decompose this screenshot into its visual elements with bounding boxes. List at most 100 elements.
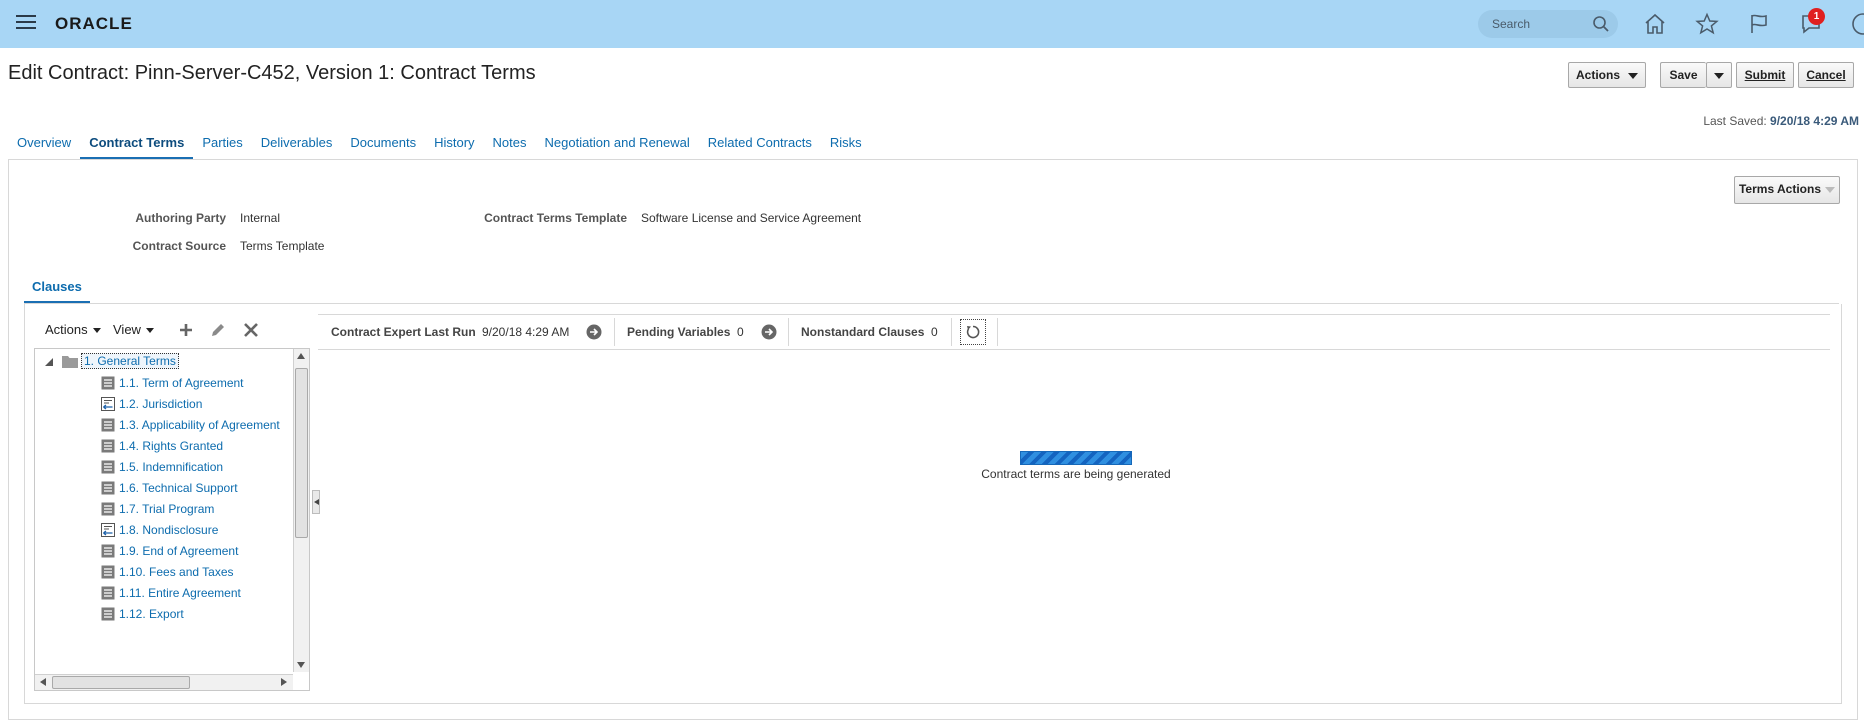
tree-item[interactable]: 1.11. Entire Agreement (35, 582, 285, 604)
pending-variables-value: 0 (737, 325, 744, 339)
tree-item[interactable]: 1.6. Technical Support (35, 477, 285, 499)
nonstandard-clauses-label: Nonstandard Clauses (801, 325, 925, 339)
terms-actions-button[interactable]: Terms Actions (1734, 176, 1840, 204)
tab-contract-terms[interactable]: Contract Terms (80, 132, 194, 160)
scroll-up-arrow-icon[interactable] (297, 353, 305, 359)
tab-notes[interactable]: Notes (484, 132, 536, 160)
tree-item-label[interactable]: 1.7. Trial Program (119, 502, 214, 516)
cancel-button[interactable]: Cancel (1798, 62, 1854, 88)
tree-item-label[interactable]: 1.10. Fees and Taxes (119, 565, 234, 579)
tree-root-label[interactable]: 1. General Terms (81, 353, 179, 369)
clause-icon (101, 460, 115, 474)
tree-item[interactable]: 1.4. Rights Granted (35, 435, 285, 457)
actions-menu-button[interactable]: Actions (1568, 62, 1646, 88)
edit-pencil-icon[interactable] (208, 320, 228, 340)
authoring-party-value: Internal (240, 211, 281, 225)
tree-horizontal-scroll-thumb[interactable] (52, 676, 190, 689)
tab-negotiation-renewal[interactable]: Negotiation and Renewal (536, 132, 699, 160)
last-saved-label: Last Saved: (1703, 114, 1767, 128)
scroll-left-arrow-icon[interactable] (40, 678, 46, 686)
chevron-down-icon (1825, 186, 1836, 193)
tree-item-label[interactable]: 1.5. Indemnification (119, 460, 223, 474)
tab-overview[interactable]: Overview (8, 132, 80, 160)
delete-icon[interactable] (241, 320, 261, 340)
menu-icon[interactable] (16, 15, 36, 33)
contract-terms-template-label: Contract Terms Template (484, 211, 627, 225)
progress-message: Contract terms are being generated (981, 467, 1171, 481)
refresh-button[interactable] (960, 319, 986, 345)
tree-item-label[interactable]: 1.11. Entire Agreement (119, 586, 241, 600)
alternate-clause-icon (101, 523, 115, 537)
tree-item[interactable]: 1.5. Indemnification (35, 456, 285, 478)
tree-item-label[interactable]: 1.3. Applicability of Agreement (119, 418, 280, 432)
clause-icon (101, 481, 115, 495)
submit-button[interactable]: Submit (1736, 62, 1794, 88)
collapse-left-arrow-icon (314, 499, 319, 505)
chevron-down-icon (1628, 72, 1638, 79)
chevron-down-icon (92, 328, 101, 334)
go-arrow-icon[interactable] (761, 324, 777, 340)
tree-item-label[interactable]: 1.6. Technical Support (119, 481, 238, 495)
tree-item-label[interactable]: 1.1. Term of Agreement (119, 376, 244, 390)
tree-item-label[interactable]: 1.8. Nondisclosure (119, 523, 218, 537)
clause-icon (101, 376, 115, 390)
clauses-view-menu[interactable]: View (113, 322, 154, 337)
toolbar-separator (951, 318, 952, 346)
scroll-right-arrow-icon[interactable] (281, 678, 287, 686)
tree-item[interactable]: 1.8. Nondisclosure (35, 519, 285, 541)
tree-item[interactable]: 1.2. Jurisdiction (35, 393, 285, 415)
add-icon[interactable] (176, 320, 196, 340)
tree-item-label[interactable]: 1.12. Export (119, 607, 184, 621)
go-arrow-icon[interactable] (586, 324, 602, 340)
watchlist-flag-icon[interactable] (1747, 12, 1771, 36)
page-title: Edit Contract: Pinn-Server-C452, Version… (8, 62, 536, 84)
tree-item-label[interactable]: 1.4. Rights Granted (119, 439, 223, 453)
tree-item[interactable]: 1.7. Trial Program (35, 498, 285, 520)
nonstandard-clauses-value: 0 (931, 325, 938, 339)
alternate-clause-icon (101, 397, 115, 411)
search-icon[interactable] (1592, 15, 1610, 33)
save-button[interactable]: Save (1660, 62, 1706, 88)
expanded-triangle-icon[interactable] (45, 358, 53, 366)
tree-item[interactable]: 1.3. Applicability of Agreement (35, 414, 285, 436)
user-avatar-icon[interactable] (1851, 12, 1864, 36)
clause-icon (101, 565, 115, 579)
favorites-star-icon[interactable] (1695, 12, 1719, 36)
pending-variables-label: Pending Variables (627, 325, 731, 339)
tree-node-section[interactable]: 1. General Terms (35, 351, 285, 373)
clauses-view-label: View (113, 322, 141, 337)
save-options-button[interactable] (1706, 62, 1732, 88)
expert-last-run-label: Contract Expert Last Run (331, 325, 476, 339)
toolbar-separator (788, 318, 789, 346)
clauses-actions-menu[interactable]: Actions (45, 322, 101, 337)
oracle-logo[interactable]: ORACLE (55, 14, 133, 34)
tab-history[interactable]: History (425, 132, 483, 160)
panel-splitter-collapse[interactable] (312, 490, 320, 514)
tab-deliverables[interactable]: Deliverables (252, 132, 342, 160)
tab-related-contracts[interactable]: Related Contracts (699, 132, 821, 160)
clause-icon (101, 586, 115, 600)
tab-clauses[interactable]: Clauses (24, 276, 90, 304)
clause-icon (101, 418, 115, 432)
tab-risks[interactable]: Risks (821, 132, 871, 160)
last-saved: Last Saved: 9/20/18 4:29 AM (1703, 114, 1859, 128)
tree-item[interactable]: 1.1. Term of Agreement (35, 372, 285, 394)
tree-vertical-scroll-thumb[interactable] (295, 368, 308, 538)
refresh-icon (966, 325, 980, 339)
tree-item[interactable]: 1.10. Fees and Taxes (35, 561, 285, 583)
expert-last-run-value: 9/20/18 4:29 AM (482, 325, 570, 339)
search-input[interactable] (1490, 14, 1590, 34)
home-icon[interactable] (1643, 12, 1667, 36)
tab-parties[interactable]: Parties (193, 132, 251, 160)
clause-icon (101, 544, 115, 558)
actions-button-label: Actions (1575, 68, 1620, 82)
tree-item[interactable]: 1.9. End of Agreement (35, 540, 285, 562)
progress-indicator (1020, 451, 1132, 465)
tree-item-label[interactable]: 1.9. End of Agreement (119, 544, 238, 558)
toolbar-separator (997, 318, 998, 346)
scroll-down-arrow-icon[interactable] (297, 662, 305, 668)
tree-item-label[interactable]: 1.2. Jurisdiction (119, 397, 202, 411)
tree-item[interactable]: 1.12. Export (35, 603, 285, 625)
tab-documents[interactable]: Documents (341, 132, 425, 160)
contract-source-value: Terms Template (240, 239, 325, 253)
